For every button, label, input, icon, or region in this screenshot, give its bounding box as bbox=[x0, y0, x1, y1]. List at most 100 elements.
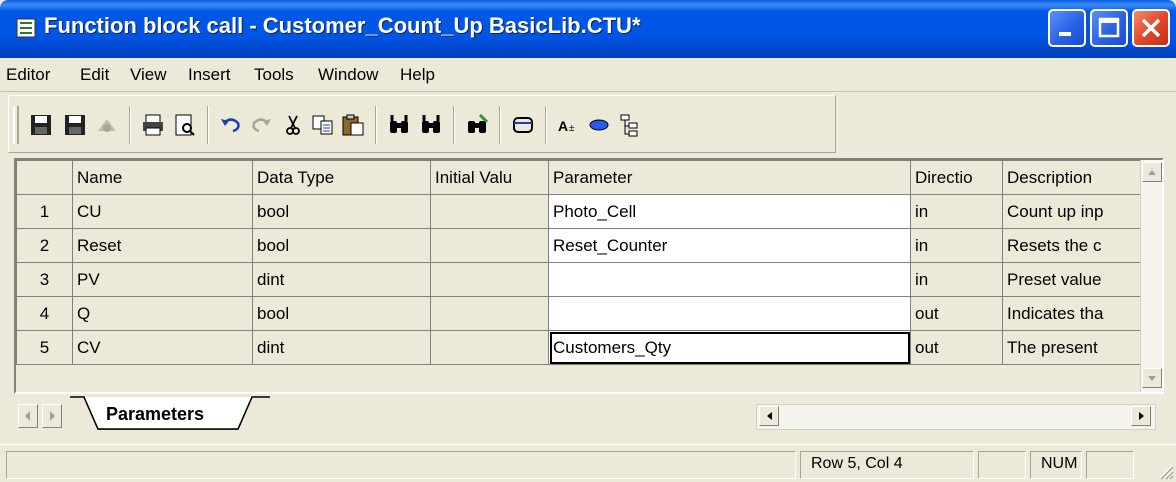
header-description[interactable]: Description bbox=[1002, 160, 1143, 195]
replace-icon[interactable] bbox=[465, 113, 489, 137]
cell-description[interactable]: Preset value bbox=[1002, 262, 1143, 297]
copy-icon[interactable] bbox=[311, 113, 335, 137]
cell-data-type[interactable]: dint bbox=[252, 262, 431, 297]
cell-initial-value[interactable] bbox=[430, 194, 549, 229]
row-number[interactable]: 5 bbox=[16, 330, 73, 365]
window-app-icon bbox=[16, 18, 36, 38]
cell-description[interactable]: The present bbox=[1002, 330, 1143, 365]
cell-direction[interactable]: out bbox=[910, 330, 1003, 365]
vertical-scrollbar[interactable] bbox=[1140, 160, 1162, 392]
header-name[interactable]: Name bbox=[72, 160, 253, 195]
menu-view[interactable]: View bbox=[130, 65, 167, 85]
title-bar[interactable]: Function block call - Customer_Count_Up … bbox=[0, 0, 1176, 58]
menu-help[interactable]: Help bbox=[400, 65, 435, 85]
cell-name[interactable]: CV bbox=[72, 330, 253, 365]
maximize-icon bbox=[1098, 17, 1120, 38]
cell-initial-value[interactable] bbox=[430, 296, 549, 331]
cell-direction[interactable]: out bbox=[910, 296, 1003, 331]
table-row[interactable]: 5 CV dint Customers_Qty out The present bbox=[16, 330, 1143, 365]
header-row: Name Data Type Initial Valu Parameter Di… bbox=[16, 160, 1143, 195]
menu-tools[interactable]: Tools bbox=[254, 65, 294, 85]
row-number[interactable]: 3 bbox=[16, 262, 73, 297]
menu-window[interactable]: Window bbox=[318, 65, 378, 85]
header-rownum[interactable] bbox=[16, 160, 73, 195]
find-icon[interactable] bbox=[387, 113, 411, 137]
cell-initial-value[interactable] bbox=[430, 262, 549, 297]
status-scroll-pane bbox=[1086, 451, 1134, 479]
menu-insert[interactable]: Insert bbox=[188, 65, 231, 85]
minimize-button[interactable] bbox=[1048, 9, 1086, 47]
arrow-right-icon bbox=[1139, 412, 1144, 420]
cell-name[interactable]: Q bbox=[72, 296, 253, 331]
cell-direction[interactable]: in bbox=[910, 194, 1003, 229]
minimize-icon bbox=[1059, 32, 1071, 36]
cell-data-type[interactable]: dint bbox=[252, 330, 431, 365]
cell-initial-value[interactable] bbox=[430, 330, 549, 365]
cell-parameter[interactable]: Reset_Counter bbox=[548, 228, 911, 263]
row-number[interactable]: 1 bbox=[16, 194, 73, 229]
toolbar: A ± bbox=[8, 95, 836, 153]
cell-parameter[interactable] bbox=[548, 296, 911, 331]
cell-description[interactable]: Indicates tha bbox=[1002, 296, 1143, 331]
tree-icon[interactable] bbox=[617, 113, 641, 137]
status-num: NUM bbox=[1030, 451, 1082, 479]
horizontal-scrollbar[interactable] bbox=[756, 404, 1156, 430]
ellipse-icon[interactable] bbox=[587, 113, 611, 137]
row-number[interactable]: 4 bbox=[16, 296, 73, 331]
cell-description[interactable]: Count up inp bbox=[1002, 194, 1143, 229]
window-title: Function block call - Customer_Count_Up … bbox=[44, 13, 641, 38]
cell-data-type[interactable]: bool bbox=[252, 194, 431, 229]
cell-parameter[interactable] bbox=[548, 262, 911, 297]
status-caps-pane bbox=[978, 451, 1026, 479]
svg-text:±: ± bbox=[569, 123, 575, 134]
cell-direction[interactable]: in bbox=[910, 262, 1003, 297]
font-icon[interactable]: A ± bbox=[557, 113, 581, 137]
redo-icon[interactable] bbox=[249, 113, 273, 137]
close-button[interactable] bbox=[1132, 9, 1170, 47]
table-row[interactable]: 1 CU bool Photo_Cell in Count up inp bbox=[16, 194, 1143, 229]
cell-data-type[interactable]: bool bbox=[252, 228, 431, 263]
cell-name[interactable]: CU bbox=[72, 194, 253, 229]
print-icon[interactable] bbox=[141, 113, 165, 137]
resize-grip-icon[interactable] bbox=[1154, 460, 1174, 480]
maximize-button[interactable] bbox=[1090, 9, 1128, 47]
undo-icon[interactable] bbox=[219, 113, 243, 137]
cut-icon[interactable] bbox=[281, 113, 305, 137]
status-position: Row 5, Col 4 bbox=[800, 451, 974, 479]
cell-name[interactable]: PV bbox=[72, 262, 253, 297]
find-next-icon[interactable] bbox=[419, 113, 443, 137]
scroll-right-button[interactable] bbox=[1131, 406, 1151, 426]
toolbar-grip[interactable] bbox=[13, 106, 19, 144]
tab-scroll-left-button[interactable] bbox=[18, 404, 38, 428]
header-parameter[interactable]: Parameter bbox=[548, 160, 911, 195]
print-preview-icon[interactable] bbox=[173, 113, 197, 137]
row-number[interactable]: 2 bbox=[16, 228, 73, 263]
arrow-down-icon bbox=[1148, 376, 1156, 381]
header-direction[interactable]: Directio bbox=[910, 160, 1003, 195]
save-icon[interactable] bbox=[29, 113, 53, 137]
menu-editor[interactable]: Editor bbox=[6, 65, 50, 85]
cell-initial-value[interactable] bbox=[430, 228, 549, 263]
scroll-up-button[interactable] bbox=[1142, 162, 1162, 182]
save-all-icon[interactable] bbox=[63, 113, 87, 137]
cell-parameter-selected[interactable]: Customers_Qty bbox=[548, 330, 911, 365]
table-row[interactable]: 3 PV dint in Preset value bbox=[16, 262, 1143, 297]
cell-parameter[interactable]: Photo_Cell bbox=[548, 194, 911, 229]
cell-data-type[interactable]: bool bbox=[252, 296, 431, 331]
tab-scroll-right-button[interactable] bbox=[42, 404, 62, 428]
tab-parameters-label[interactable]: Parameters bbox=[106, 404, 204, 425]
cell-direction[interactable]: in bbox=[910, 228, 1003, 263]
header-initial-value[interactable]: Initial Valu bbox=[430, 160, 549, 195]
scroll-left-button[interactable] bbox=[759, 406, 779, 426]
cell-description[interactable]: Resets the c bbox=[1002, 228, 1143, 263]
table-row[interactable]: 4 Q bool out Indicates tha bbox=[16, 296, 1143, 331]
cell-name[interactable]: Reset bbox=[72, 228, 253, 263]
paste-icon[interactable] bbox=[341, 113, 365, 137]
scroll-down-button[interactable] bbox=[1142, 368, 1162, 388]
parameters-grid: Name Data Type Initial Valu Parameter Di… bbox=[14, 158, 1164, 394]
header-data-type[interactable]: Data Type bbox=[252, 160, 431, 195]
insert-icon[interactable] bbox=[511, 113, 535, 137]
menu-edit[interactable]: Edit bbox=[80, 65, 109, 85]
table-row[interactable]: 2 Reset bool Reset_Counter in Resets the… bbox=[16, 228, 1143, 263]
menu-bar: Editor Edit View Insert Tools Window Hel… bbox=[0, 58, 1176, 92]
